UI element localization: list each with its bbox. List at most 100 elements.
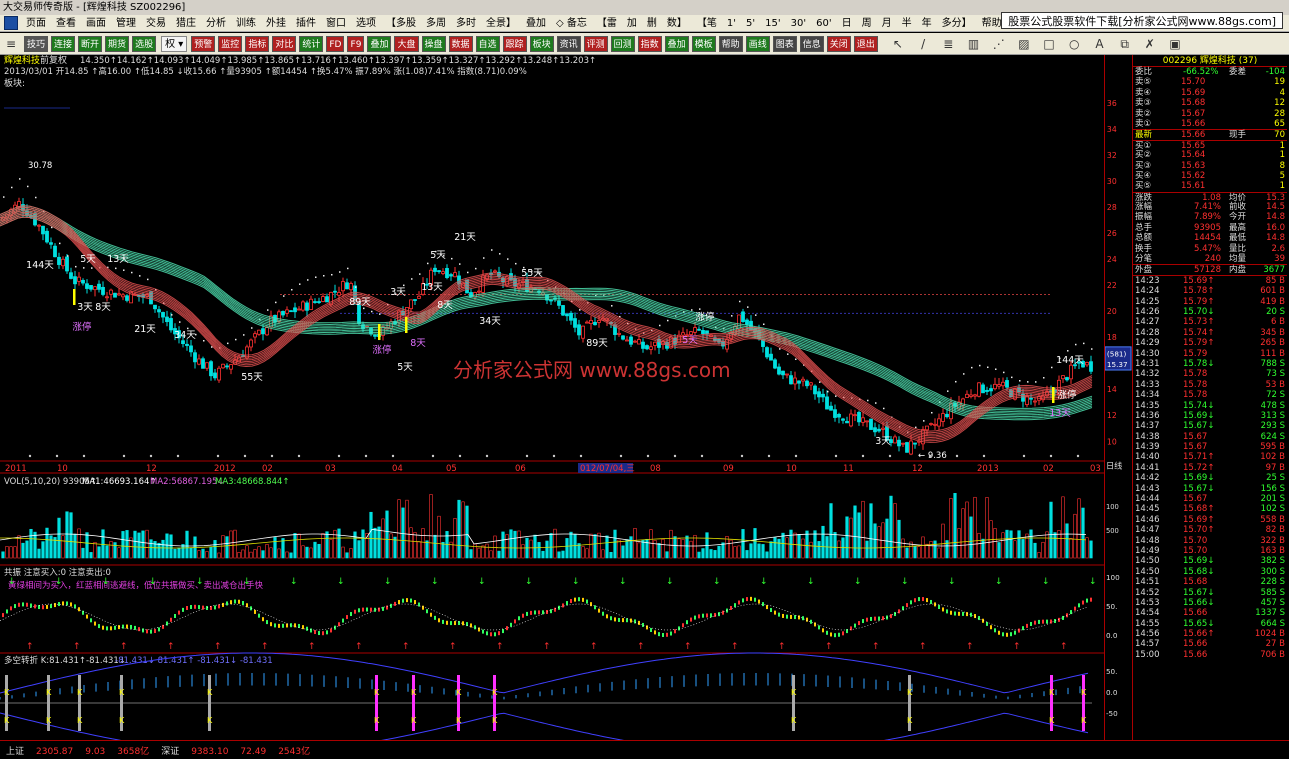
resonance-mark xyxy=(34,604,36,609)
toolbar-button-8[interactable]: 对比 xyxy=(272,36,297,52)
volume-bar xyxy=(845,516,849,559)
toolbar-button-24[interactable]: 模板 xyxy=(691,36,716,52)
tick-cell: 228 S xyxy=(1260,577,1285,588)
kline-chart[interactable]: 辉煌科技 前复权 14.350↑14.162↑14.093↑14.049↑13.98… xyxy=(0,55,1104,740)
menu-item-4[interactable]: 交易 xyxy=(141,15,171,31)
toolbar-button-17[interactable]: 跟踪 xyxy=(502,36,527,52)
toolbar-button-20[interactable]: 评测 xyxy=(583,36,608,52)
toolbar-button-10[interactable]: FD xyxy=(326,36,345,52)
toolbar-button-5[interactable]: 预警 xyxy=(191,36,216,52)
menu-item-21[interactable]: 数】 xyxy=(662,15,692,31)
toolbar-button-6[interactable]: 监控 xyxy=(218,36,243,52)
candle-body xyxy=(901,442,905,445)
menu-item-27[interactable]: 60' xyxy=(811,15,836,31)
toolbar-button-9[interactable]: 统计 xyxy=(299,36,324,52)
toolbar-button-21[interactable]: 回测 xyxy=(610,36,635,52)
volume-bar xyxy=(513,530,517,559)
line-tool-icon[interactable]: / xyxy=(915,36,931,52)
menu-item-28[interactable]: 日 xyxy=(837,15,857,31)
toolbar-button-15[interactable]: 数据 xyxy=(448,36,473,52)
toolbar-button-16[interactable]: 自选 xyxy=(475,36,500,52)
fan-tool-icon[interactable]: ⋰ xyxy=(991,36,1007,52)
menu-item-23[interactable]: 1' xyxy=(722,15,741,31)
menu-item-29[interactable]: 周 xyxy=(857,15,877,31)
menu-item-33[interactable]: 多分】 xyxy=(937,15,977,31)
volume-bar xyxy=(177,547,181,559)
menu-item-19[interactable]: 加 xyxy=(622,15,642,31)
menu-item-9[interactable]: 插件 xyxy=(291,15,321,31)
menu-item-22[interactable]: 【笔 xyxy=(692,15,722,31)
menu-item-26[interactable]: 30' xyxy=(786,15,811,31)
menu-item-16[interactable]: 叠加 xyxy=(521,15,551,31)
menu-item-6[interactable]: 分析 xyxy=(201,15,231,31)
toolbar-button-23[interactable]: 叠加 xyxy=(664,36,689,52)
menu-item-0[interactable]: 页面 xyxy=(21,15,51,31)
menu-item-5[interactable]: 猎庄 xyxy=(171,15,201,31)
toolbar-button-13[interactable]: 大盘 xyxy=(394,36,419,52)
menu-grip-icon[interactable]: ≡ xyxy=(3,36,19,52)
menu-item-12[interactable]: 【多股 xyxy=(381,15,421,31)
annotation-label: 89天 xyxy=(586,338,608,349)
volume-bar xyxy=(337,528,341,559)
cursor-tool-icon[interactable]: ↖ xyxy=(890,36,906,52)
candle-body xyxy=(125,295,129,301)
menu-item-20[interactable]: 删 xyxy=(642,15,662,31)
toolbar-button-2[interactable]: 断开 xyxy=(78,36,103,52)
candle-body xyxy=(653,341,657,346)
toolbar-button-27[interactable]: 图表 xyxy=(772,36,797,52)
menu-item-8[interactable]: 外挂 xyxy=(261,15,291,31)
menu-item-15[interactable]: 全景】 xyxy=(481,15,521,31)
menu-item-13[interactable]: 多周 xyxy=(421,15,451,31)
volume-bar xyxy=(709,549,713,559)
tick-row: 14:27 15.73↑ 6 B xyxy=(1133,317,1287,327)
menu-item-24[interactable]: 5' xyxy=(741,15,760,31)
menu-item-31[interactable]: 半 xyxy=(897,15,917,31)
ellipse-tool-icon[interactable]: ○ xyxy=(1066,36,1082,52)
menu-item-30[interactable]: 月 xyxy=(877,15,897,31)
rectangle-tool-icon[interactable]: □ xyxy=(1041,36,1057,52)
toolbar-button-25[interactable]: 帮助 xyxy=(718,36,743,52)
toolbar-button-11[interactable]: F9 xyxy=(347,36,365,52)
toolbar-button-1[interactable]: 连接 xyxy=(51,36,76,52)
menu-item-1[interactable]: 查看 xyxy=(51,15,81,31)
toolbar-button-26[interactable]: 画线 xyxy=(745,36,770,52)
toolbar-button-4[interactable]: 选股 xyxy=(132,36,157,52)
volume-bar xyxy=(301,545,305,559)
tick-list[interactable]: 14:23 15.69↑ 85 B 14:24 15.78↑ 601 B 14:25 15.7… xyxy=(1133,274,1287,660)
grid-tool-icon[interactable]: ▥ xyxy=(966,36,982,52)
text-tool-icon[interactable]: A xyxy=(1091,36,1107,52)
save-icon[interactable]: ▣ xyxy=(1167,36,1183,52)
toolbar-button-22[interactable]: 指数 xyxy=(637,36,662,52)
toolbar-button-18[interactable]: 板块 xyxy=(529,36,554,52)
toolbar-button-30[interactable]: 退出 xyxy=(853,36,878,52)
toolbar-button-3[interactable]: 期货 xyxy=(105,36,130,52)
menu-item-18[interactable]: 【雷 xyxy=(592,15,622,31)
toolbar-button-29[interactable]: 关闭 xyxy=(826,36,851,52)
toolbar-button-19[interactable]: 资讯 xyxy=(556,36,581,52)
resonance-mark xyxy=(1034,620,1036,625)
toolbar-button-0[interactable]: 技巧 xyxy=(24,36,49,52)
menu-item-10[interactable]: 窗口 xyxy=(321,15,351,31)
menu-item-32[interactable]: 年 xyxy=(917,15,937,31)
toolbar-button-7[interactable]: 指标 xyxy=(245,36,270,52)
toolbar-button-12[interactable]: 叠加 xyxy=(367,36,392,52)
quote-cell: 15.68 xyxy=(1181,98,1206,109)
quan-dropdown[interactable]: 权 ▾ xyxy=(161,36,188,52)
menu-item-17[interactable]: ◇ 备忘 xyxy=(551,15,592,31)
delete-tool-icon[interactable]: ✗ xyxy=(1142,36,1158,52)
menu-item-11[interactable]: 选项 xyxy=(351,15,381,31)
menu-item-3[interactable]: 管理 xyxy=(111,15,141,31)
channel-tool-icon[interactable]: ≣ xyxy=(940,36,956,52)
trend-dot xyxy=(955,380,957,383)
copy-tool-icon[interactable]: ⧉ xyxy=(1117,36,1133,52)
toolbar-button-14[interactable]: 操盘 xyxy=(421,36,446,52)
menu-item-2[interactable]: 画面 xyxy=(81,15,111,31)
ad-banner[interactable]: 股票公式股票软件下载[分析家公式网www.88gs.com] xyxy=(1001,12,1283,29)
menu-item-7[interactable]: 训练 xyxy=(231,15,261,31)
trend-dot xyxy=(667,319,669,322)
menu-item-25[interactable]: 15' xyxy=(760,15,785,31)
toolbar-button-28[interactable]: 信息 xyxy=(799,36,824,52)
pattern-tool-icon[interactable]: ▨ xyxy=(1016,36,1032,52)
trend-dot xyxy=(331,273,333,276)
menu-item-14[interactable]: 多时 xyxy=(451,15,481,31)
